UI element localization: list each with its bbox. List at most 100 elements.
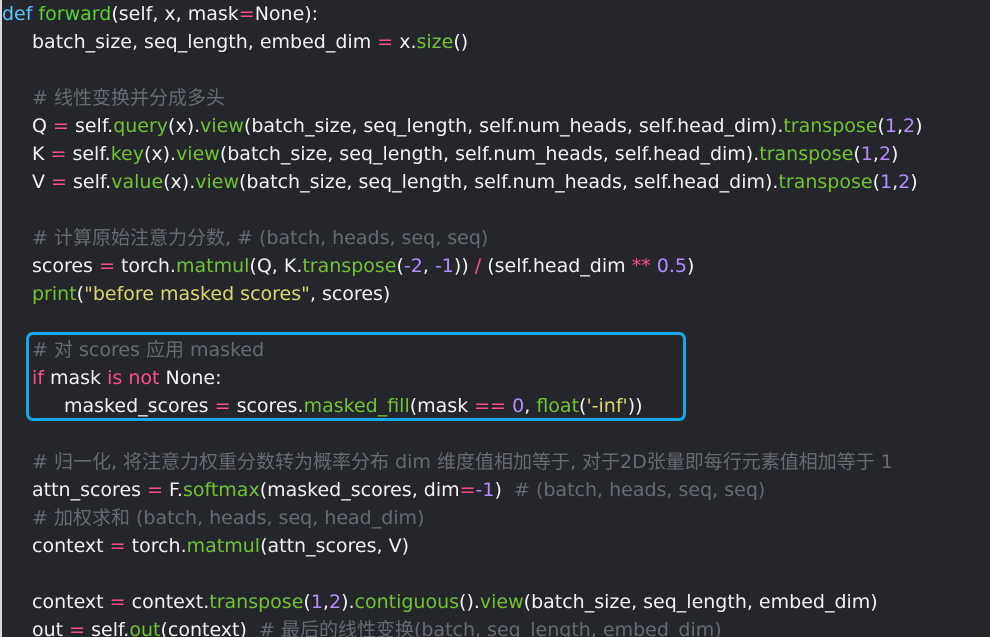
code-token: view	[479, 591, 524, 613]
code-token: )	[494, 479, 514, 501]
code-token: self.	[66, 171, 112, 193]
code-token: 1	[860, 143, 873, 165]
code-token: transpose	[302, 255, 397, 277]
code-token: =	[109, 591, 126, 613]
code-token: =	[50, 143, 67, 165]
code-token: (	[396, 255, 404, 277]
code-line[interactable]: attn_scores = F.softmax(masked_scores, d…	[32, 476, 765, 504]
code-token: )	[891, 143, 899, 165]
code-token: # (batch, heads, seq, seq)	[514, 479, 766, 501]
code-line[interactable]: # 归一化, 将注意力权重分数转为概率分布 dim 维度值相加等于, 对于2D张…	[32, 448, 893, 476]
code-token: ()	[453, 31, 469, 53]
code-token: # 最后的线性变换(batch, seq_length, embed_dim)	[259, 619, 722, 637]
code-token: (	[303, 591, 311, 613]
code-token: torch.	[114, 255, 176, 277]
code-token: attn_scores	[32, 479, 148, 501]
code-token: (attn_scores, V)	[260, 535, 410, 557]
code-token: out	[32, 619, 70, 637]
code-line[interactable]: batch_size, seq_length, embed_dim = x.si…	[32, 28, 468, 56]
code-token: =	[69, 619, 86, 637]
code-token: torch.	[125, 535, 187, 557]
code-token: -2	[403, 255, 423, 277]
code-line[interactable]: V = self.value(x).view(batch_size, seq_l…	[32, 168, 918, 196]
code-token: matmul	[175, 255, 250, 277]
code-token: softmax	[182, 479, 260, 501]
code-token: # 线性变换并分成多头	[32, 87, 225, 109]
code-token: 2	[898, 171, 911, 193]
code-token: (self.head_dim	[481, 255, 632, 277]
code-token: ).	[341, 591, 355, 613]
code-line[interactable]: context = context.transpose(1,2).contigu…	[32, 588, 878, 616]
code-token: =	[53, 115, 69, 137]
code-token: x.	[393, 31, 417, 53]
code-token: out	[129, 619, 161, 637]
code-token: size	[416, 31, 454, 53]
code-line[interactable]: Q = self.query(x).view(batch_size, seq_l…	[32, 112, 923, 140]
code-token: self.	[66, 143, 111, 165]
code-token: 0.5	[656, 255, 687, 277]
code-token: view	[195, 171, 240, 193]
code-line[interactable]: def forward(self, x, mask=None):	[2, 0, 318, 28]
code-line[interactable]: out = self.out(context) # 最后的线性变换(batch,…	[32, 616, 722, 637]
code-token: )	[910, 171, 918, 193]
code-token: context	[32, 591, 110, 613]
code-token: contiguous	[354, 591, 460, 613]
code-token: print	[32, 283, 77, 305]
code-token: -1	[475, 479, 495, 501]
code-token: self.	[85, 619, 130, 637]
code-token: "before masked scores"	[84, 283, 310, 305]
code-token: (batch_size, seq_length, self.num_heads,…	[219, 143, 760, 165]
code-token: view	[176, 143, 220, 165]
code-token: =	[377, 31, 394, 53]
code-token: ,	[422, 255, 435, 277]
code-token: )	[915, 115, 923, 137]
code-token: forward	[32, 3, 112, 25]
code-token: # 归一化, 将注意力权重分数转为概率分布 dim 维度值相加等于, 对于2D张…	[32, 451, 893, 473]
code-token: )	[686, 255, 695, 277]
code-token: # 计算原始注意力分数, # (batch, heads, seq, seq)	[32, 227, 489, 249]
code-token: F.	[163, 479, 183, 501]
code-token: transpose	[783, 115, 878, 137]
code-token: query	[113, 115, 169, 137]
code-token: Q	[32, 115, 53, 137]
code-token: (	[877, 115, 885, 137]
code-line[interactable]: # 计算原始注意力分数, # (batch, heads, seq, seq)	[32, 224, 488, 252]
code-token: =	[51, 171, 67, 193]
code-token: (Q, K.	[249, 255, 303, 277]
code-line[interactable]: K = self.key(x).view(batch_size, seq_len…	[32, 140, 898, 168]
code-token: context.	[125, 591, 210, 613]
code-token: 2	[878, 143, 892, 165]
code-token: (self, x, mask	[111, 3, 239, 25]
mask-highlight-box	[26, 332, 686, 421]
code-token: value	[111, 171, 164, 193]
code-token: 1	[884, 115, 897, 137]
code-line[interactable]: context = torch.matmul(attn_scores, V)	[32, 532, 409, 560]
code-editor[interactable]: def forward(self, x, mask=None): batch_si…	[0, 0, 990, 637]
code-line[interactable]: # 加权求和 (batch, heads, seq, head_dim)	[32, 504, 424, 532]
code-token: =	[99, 255, 115, 277]
code-token: K	[32, 143, 51, 165]
code-token: (	[76, 283, 85, 305]
code-line[interactable]: scores = torch.matmul(Q, K.transpose(-2,…	[32, 252, 694, 280]
code-token: transpose	[209, 591, 304, 613]
code-token: ().	[459, 591, 480, 613]
code-token: (x).	[143, 143, 177, 165]
code-token: =	[459, 479, 476, 501]
code-line[interactable]: # 线性变换并分成多头	[32, 84, 225, 112]
code-token: (x).	[163, 171, 196, 193]
code-token: transpose	[759, 143, 854, 165]
code-token: =	[147, 479, 163, 501]
code-token: =	[109, 535, 126, 557]
code-token: matmul	[186, 535, 261, 557]
code-token: view	[200, 115, 244, 137]
code-line[interactable]: print("before masked scores", scores)	[32, 280, 390, 308]
code-token: , scores)	[309, 283, 391, 305]
code-token: ))	[453, 255, 475, 277]
code-token: def	[2, 3, 33, 25]
code-token: (batch_size, seq_length, self.num_heads,…	[239, 171, 779, 193]
code-token: scores	[32, 255, 99, 277]
code-token: context	[32, 535, 110, 557]
code-token: (x).	[168, 115, 201, 137]
code-token: V	[32, 171, 52, 193]
code-token: # 加权求和 (batch, heads, seq, head_dim)	[32, 507, 425, 529]
